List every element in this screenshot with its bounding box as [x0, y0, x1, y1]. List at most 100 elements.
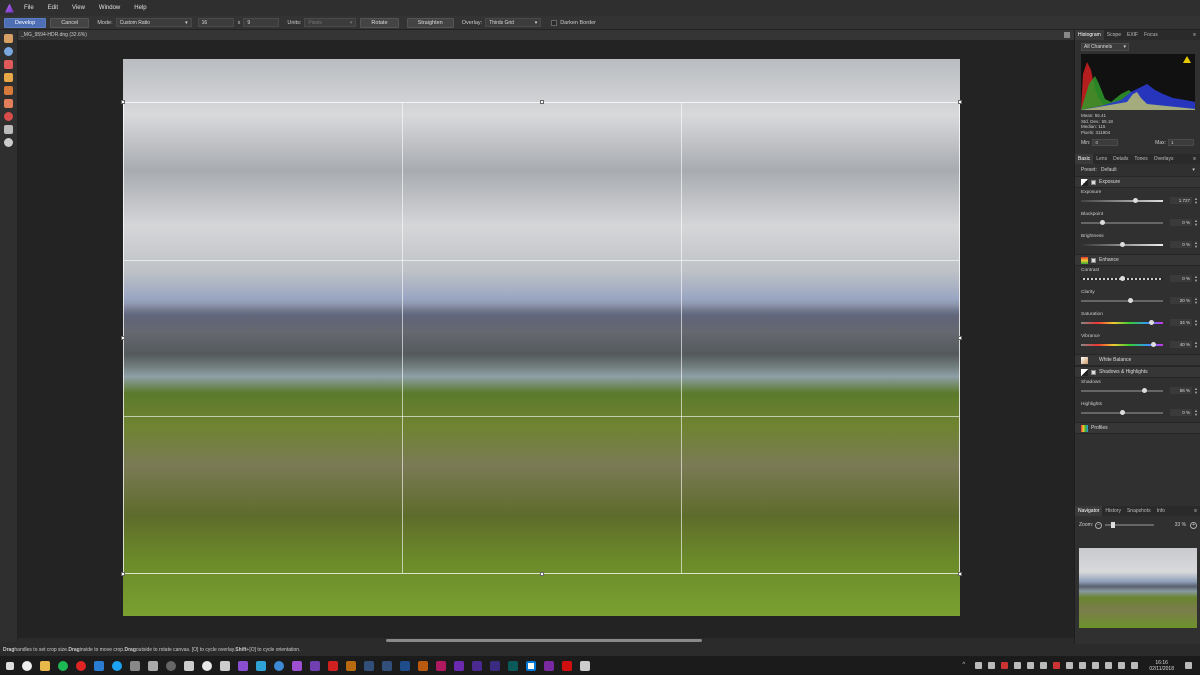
units-dropdown[interactable]: Pixels ▾	[304, 18, 357, 27]
onenote-icon[interactable]	[544, 660, 554, 671]
panel-menu-icon[interactable]: ≡	[1194, 508, 1197, 514]
exposure-section[interactable]: Exposure	[1075, 176, 1200, 189]
spinner-icon[interactable]: ▲ ▼	[1194, 297, 1198, 305]
blackpoint-slider[interactable]	[1081, 220, 1163, 226]
slider-knob[interactable]	[1099, 220, 1105, 226]
crop-handle[interactable]	[958, 100, 962, 104]
crop-height-field[interactable]: 9	[243, 18, 280, 27]
preset-dropdown[interactable]: Default ▾	[1101, 167, 1195, 173]
windows-start-icon[interactable]	[6, 661, 14, 670]
bridge-icon[interactable]	[346, 660, 356, 671]
gradient-icon[interactable]	[4, 99, 13, 108]
spinner-icon[interactable]: ▲ ▼	[1194, 241, 1198, 249]
highlights-value[interactable]: 0 %	[1170, 409, 1192, 417]
app-icon[interactable]	[310, 660, 320, 671]
app-icon[interactable]	[202, 660, 212, 671]
vibrance-slider[interactable]	[1081, 342, 1163, 348]
tab-navigator[interactable]: Navigator	[1075, 506, 1103, 516]
spotify-icon[interactable]	[58, 660, 68, 671]
white-balance-icon[interactable]	[4, 138, 13, 147]
slider-knob[interactable]	[1119, 276, 1125, 282]
edge-icon[interactable]	[94, 660, 104, 671]
exposure-value[interactable]: 1.727	[1170, 197, 1192, 205]
crop-handle[interactable]	[121, 100, 125, 104]
app-icon[interactable]	[184, 660, 194, 671]
channel-dropdown[interactable]: All Channels ▾	[1081, 43, 1129, 51]
audition-icon[interactable]	[508, 660, 518, 671]
app-icon[interactable]	[130, 660, 140, 671]
menu-view[interactable]: View	[72, 5, 85, 11]
white-balance-section[interactable]: White Balance	[1075, 354, 1200, 367]
affinity-designer-icon[interactable]	[256, 660, 266, 671]
app-icon[interactable]	[526, 660, 536, 671]
contrast-slider[interactable]	[1081, 276, 1163, 282]
crop-width-field[interactable]: 16	[197, 18, 234, 27]
slider-knob[interactable]	[1132, 198, 1138, 204]
menu-help[interactable]: Help	[134, 5, 146, 11]
rotate-button[interactable]: Rotate	[360, 17, 399, 28]
slider-knob[interactable]	[1119, 410, 1125, 416]
spinner-icon[interactable]: ▲ ▼	[1194, 409, 1198, 417]
tray-icon[interactable]	[988, 662, 996, 669]
profiles-section[interactable]: Profiles	[1075, 422, 1200, 435]
tab-exif[interactable]: EXIF	[1124, 30, 1141, 40]
app-icon[interactable]	[292, 660, 302, 671]
zoom-value[interactable]: 33 %	[1164, 522, 1186, 528]
exposure-checkbox[interactable]	[1091, 179, 1096, 185]
app-icon[interactable]	[562, 660, 572, 671]
blemish-icon[interactable]	[4, 112, 13, 121]
spinner-icon[interactable]: ▲ ▼	[1194, 319, 1198, 327]
document-tab[interactable]: _MG_9594-HDR.dng (32.6%)	[18, 30, 1074, 40]
crop-rectangle[interactable]	[121, 100, 962, 576]
app-icon[interactable]	[148, 660, 158, 671]
tray-icon[interactable]	[1092, 662, 1100, 669]
chevron-up-icon[interactable]: ^	[962, 662, 969, 669]
clarity-slider[interactable]	[1081, 298, 1163, 304]
tray-icon[interactable]	[1027, 662, 1035, 669]
clock[interactable]: 16:16 02/11/2018	[1149, 660, 1174, 672]
scrollbar-thumb[interactable]	[386, 639, 702, 642]
vibrance-value[interactable]: 40 %	[1170, 341, 1192, 349]
tray-icon[interactable]	[975, 662, 983, 669]
crop-icon[interactable]	[4, 125, 13, 134]
clarity-value[interactable]: 20 %	[1170, 297, 1192, 305]
slider-knob[interactable]	[1119, 242, 1125, 248]
enhance-checkbox[interactable]	[1091, 257, 1096, 263]
blackpoint-value[interactable]: 0 %	[1170, 219, 1192, 227]
enhance-section[interactable]: Enhance	[1075, 254, 1200, 267]
saturation-slider[interactable]	[1081, 320, 1163, 326]
cancel-button[interactable]: Cancel	[50, 17, 90, 28]
tab-lens[interactable]: Lens	[1093, 154, 1110, 164]
brightness-value[interactable]: 0 %	[1170, 241, 1192, 249]
menu-edit[interactable]: Edit	[48, 5, 58, 11]
tab-snapshots[interactable]: Snapshots	[1124, 506, 1154, 516]
opera-icon[interactable]	[76, 660, 86, 671]
spinner-icon[interactable]: ▲ ▼	[1194, 275, 1198, 283]
crop-handle[interactable]	[539, 100, 544, 104]
red-eye-icon[interactable]	[4, 60, 13, 69]
slider-knob[interactable]	[1149, 320, 1155, 326]
canvas[interactable]	[18, 40, 1074, 638]
tray-icon[interactable]	[1105, 662, 1113, 669]
darken-border-checkbox[interactable]	[551, 19, 558, 26]
exposure-slider[interactable]	[1081, 198, 1163, 204]
file-explorer-icon[interactable]	[40, 660, 50, 671]
zoom-slider[interactable]	[1105, 522, 1155, 528]
slider-knob[interactable]	[1150, 342, 1156, 348]
tray-icon[interactable]	[1001, 662, 1009, 669]
brightness-icon[interactable]	[22, 660, 32, 671]
lightroom-classic-icon[interactable]	[382, 660, 392, 671]
mode-dropdown[interactable]: Custom Ratio ▾	[115, 18, 192, 27]
indesign-icon[interactable]	[436, 660, 446, 671]
tab-scope[interactable]: Scope	[1104, 30, 1124, 40]
tab-basic[interactable]: Basic	[1075, 154, 1094, 165]
tab-details[interactable]: Details	[1110, 154, 1131, 164]
spinner-icon[interactable]: ▲ ▼	[1194, 197, 1198, 205]
affinity-photo-icon[interactable]	[238, 660, 248, 671]
app-icon[interactable]	[166, 660, 176, 671]
max-field[interactable]: 1	[1168, 139, 1194, 147]
develop-button[interactable]: Develop	[4, 17, 47, 28]
tab-history[interactable]: History	[1102, 506, 1124, 516]
bluetooth-icon[interactable]	[1079, 662, 1087, 669]
contrast-value[interactable]: 0 %	[1170, 275, 1192, 283]
